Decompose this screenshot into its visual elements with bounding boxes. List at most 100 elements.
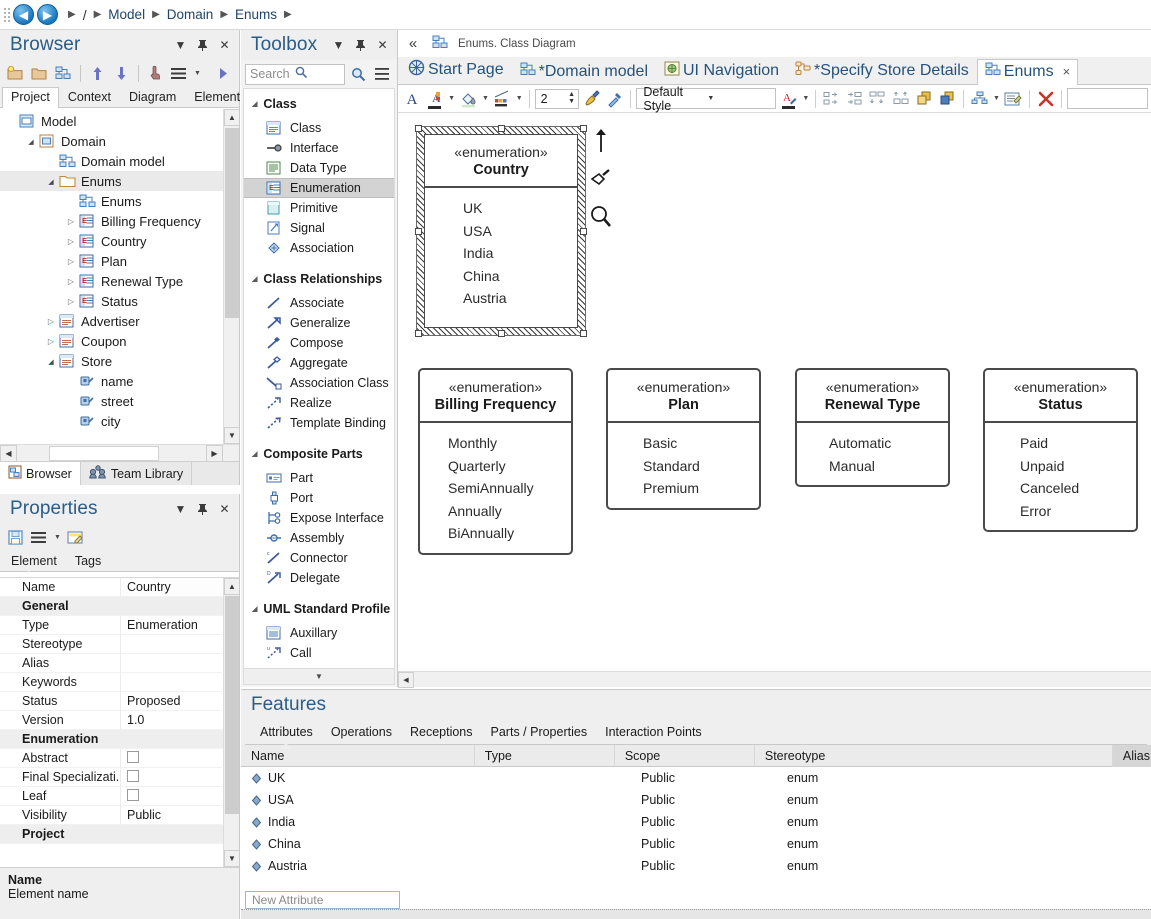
menu-caret-icon[interactable]: ▼ <box>193 70 202 77</box>
chevron-down-icon[interactable]: ▼ <box>330 37 347 54</box>
property-row-keywords[interactable]: Keywords <box>0 673 239 692</box>
toolbox-group-twisty[interactable]: ◢ <box>252 450 257 458</box>
property-row-leaf[interactable]: Leaf <box>0 787 239 806</box>
tree-twisty-closed[interactable] <box>64 277 78 286</box>
toolbox-item-association-class[interactable]: Association Class <box>244 373 394 393</box>
delete-icon[interactable] <box>1035 88 1056 110</box>
font-highlight-icon[interactable]: A <box>424 88 445 110</box>
toolbox-group-twisty[interactable]: ◢ <box>252 605 257 613</box>
property-value[interactable] <box>120 768 222 787</box>
bottom-tab-team-library[interactable]: Team Library <box>81 462 192 485</box>
property-row-name[interactable]: NameCountry <box>0 578 239 597</box>
toolbox-item-compose[interactable]: Compose <box>244 333 394 353</box>
resize-handle-se[interactable] <box>580 330 587 337</box>
property-row-stereotype[interactable]: Stereotype <box>0 635 239 654</box>
features-tab-attributes[interactable]: Attributes <box>251 720 322 744</box>
tree-item-store[interactable]: Store <box>0 351 239 371</box>
tree-twisty-closed[interactable] <box>64 217 78 226</box>
tree-item-street[interactable]: street <box>0 391 239 411</box>
toolbox-item-template-binding[interactable]: Template Binding <box>244 413 394 433</box>
property-row-alias[interactable]: Alias <box>0 654 239 673</box>
close-icon[interactable]: ✕ <box>216 501 233 518</box>
move-up-icon[interactable] <box>87 63 108 84</box>
align-bottom-icon[interactable] <box>891 88 912 110</box>
property-value[interactable] <box>120 825 222 844</box>
stepper-arrows[interactable]: ▲▼ <box>568 91 575 105</box>
menu-caret-icon[interactable]: ▼ <box>53 534 62 541</box>
new-package-icon[interactable] <box>5 63 26 84</box>
scroll-down-arrow[interactable]: ▼ <box>224 427 239 444</box>
property-checkbox[interactable] <box>127 751 139 763</box>
forward-arrow-icon[interactable]: ▶ <box>37 4 58 25</box>
auto-layout-icon[interactable] <box>969 88 990 110</box>
fill-color-icon[interactable] <box>458 88 479 110</box>
tree-twisty-closed[interactable] <box>44 337 58 346</box>
menu-icon[interactable] <box>372 64 393 85</box>
resize-handle-sw[interactable] <box>415 330 422 337</box>
toolbox-item-aggregate[interactable]: Aggregate <box>244 353 394 373</box>
menu-icon[interactable] <box>169 63 190 84</box>
toolbox-items[interactable]: ◢ClassClassInterfaceData TypeEEnumeratio… <box>243 88 395 668</box>
property-row-abstract[interactable]: Abstract <box>0 749 239 768</box>
column-header-name[interactable]: Name <box>241 745 475 767</box>
tree-item-billing-frequency[interactable]: EBilling Frequency <box>0 211 239 231</box>
property-value[interactable]: Enumeration <box>120 616 222 635</box>
tree-item-enums[interactable]: Enums <box>0 191 239 211</box>
scroll-down-arrow[interactable]: ▼ <box>224 850 239 867</box>
diagram-element-country-selection[interactable]: «enumeration» Country UK USA India China… <box>416 126 586 336</box>
scroll-up-arrow[interactable]: ▲ <box>224 109 239 126</box>
toolbox-more-button[interactable]: ▼ <box>243 668 395 685</box>
line-width-stepper[interactable]: 2 ▲▼ <box>535 89 580 109</box>
column-header-alias[interactable]: Alias <box>1113 745 1151 767</box>
table-row[interactable]: ChinaPublicenum <box>241 833 1151 855</box>
property-row-general[interactable]: General <box>0 597 239 616</box>
align-top-icon[interactable] <box>867 88 888 110</box>
toolbox-group-class[interactable]: ◢Class <box>244 93 394 114</box>
pin-icon[interactable] <box>194 37 211 54</box>
toolbox-group-composite-parts[interactable]: ◢Composite Parts <box>244 443 394 464</box>
tab-start-page[interactable]: Start Page <box>400 56 512 84</box>
toolbox-group-twisty[interactable]: ◢ <box>252 100 257 108</box>
property-row-visibility[interactable]: VisibilityPublic <box>0 806 239 825</box>
tree-item-model[interactable]: Model <box>0 111 239 131</box>
toolbox-item-delegate[interactable]: DDelegate <box>244 568 394 588</box>
tree-item-status[interactable]: EStatus <box>0 291 239 311</box>
move-down-icon[interactable] <box>111 63 132 84</box>
toolbox-item-enumeration[interactable]: EEnumeration <box>244 178 394 198</box>
toolbox-item-call[interactable]: uCall <box>244 643 394 663</box>
column-header-scope[interactable]: Scope <box>615 745 755 767</box>
tree-item-coupon[interactable]: Coupon <box>0 331 239 351</box>
scroll-left-arrow[interactable]: ◀ <box>398 672 414 688</box>
toolbox-item-expose-interface[interactable]: Expose Interface <box>244 508 394 528</box>
chevron-down-icon[interactable]: ▼ <box>515 95 524 102</box>
property-value[interactable]: Proposed <box>120 692 222 711</box>
table-row[interactable]: AustriaPublicenum <box>241 855 1151 877</box>
breadcrumb-item-enums[interactable]: Enums <box>235 7 277 22</box>
features-grid-body[interactable]: UKPublicenumUSAPublicenumIndiaPublicenum… <box>241 767 1151 909</box>
toolbox-item-class[interactable]: Class <box>244 118 394 138</box>
features-resize-grip[interactable] <box>241 909 1151 919</box>
tree-item-city[interactable]: city <box>0 411 239 431</box>
chevron-down-icon[interactable]: ▼ <box>172 37 189 54</box>
bottom-tab-browser[interactable]: Browser <box>0 462 81 485</box>
tree-item-name[interactable]: name <box>0 371 239 391</box>
scroll-thumb[interactable] <box>225 128 239 318</box>
diagram-element-renewal-type[interactable]: «enumeration» Renewal Type Automatic Man… <box>795 368 950 487</box>
tree-item-advertiser[interactable]: Advertiser <box>0 311 239 331</box>
tree-twisty-closed[interactable] <box>64 257 78 266</box>
scroll-right-arrow[interactable]: ▶ <box>206 445 223 462</box>
tree-item-plan[interactable]: EPlan <box>0 251 239 271</box>
properties-icon[interactable] <box>1003 88 1024 110</box>
zoom-icon[interactable] <box>587 203 615 231</box>
property-row-project[interactable]: Project <box>0 825 239 844</box>
new-diagram-icon[interactable] <box>53 63 74 84</box>
property-value[interactable] <box>120 654 222 673</box>
resize-handle-ne[interactable] <box>580 125 587 132</box>
toolbox-group-uml-standard-profile[interactable]: ◢UML Standard Profile <box>244 598 394 619</box>
browser-tab-element[interactable]: Element <box>185 87 249 107</box>
close-icon[interactable]: ✕ <box>216 37 233 54</box>
chevron-down-icon[interactable]: ▼ <box>447 95 456 102</box>
format-painter-icon[interactable] <box>581 88 602 110</box>
property-row-final-specializati-[interactable]: Final Specializati... <box>0 768 239 787</box>
scroll-up-arrow[interactable]: ▲ <box>224 578 239 595</box>
